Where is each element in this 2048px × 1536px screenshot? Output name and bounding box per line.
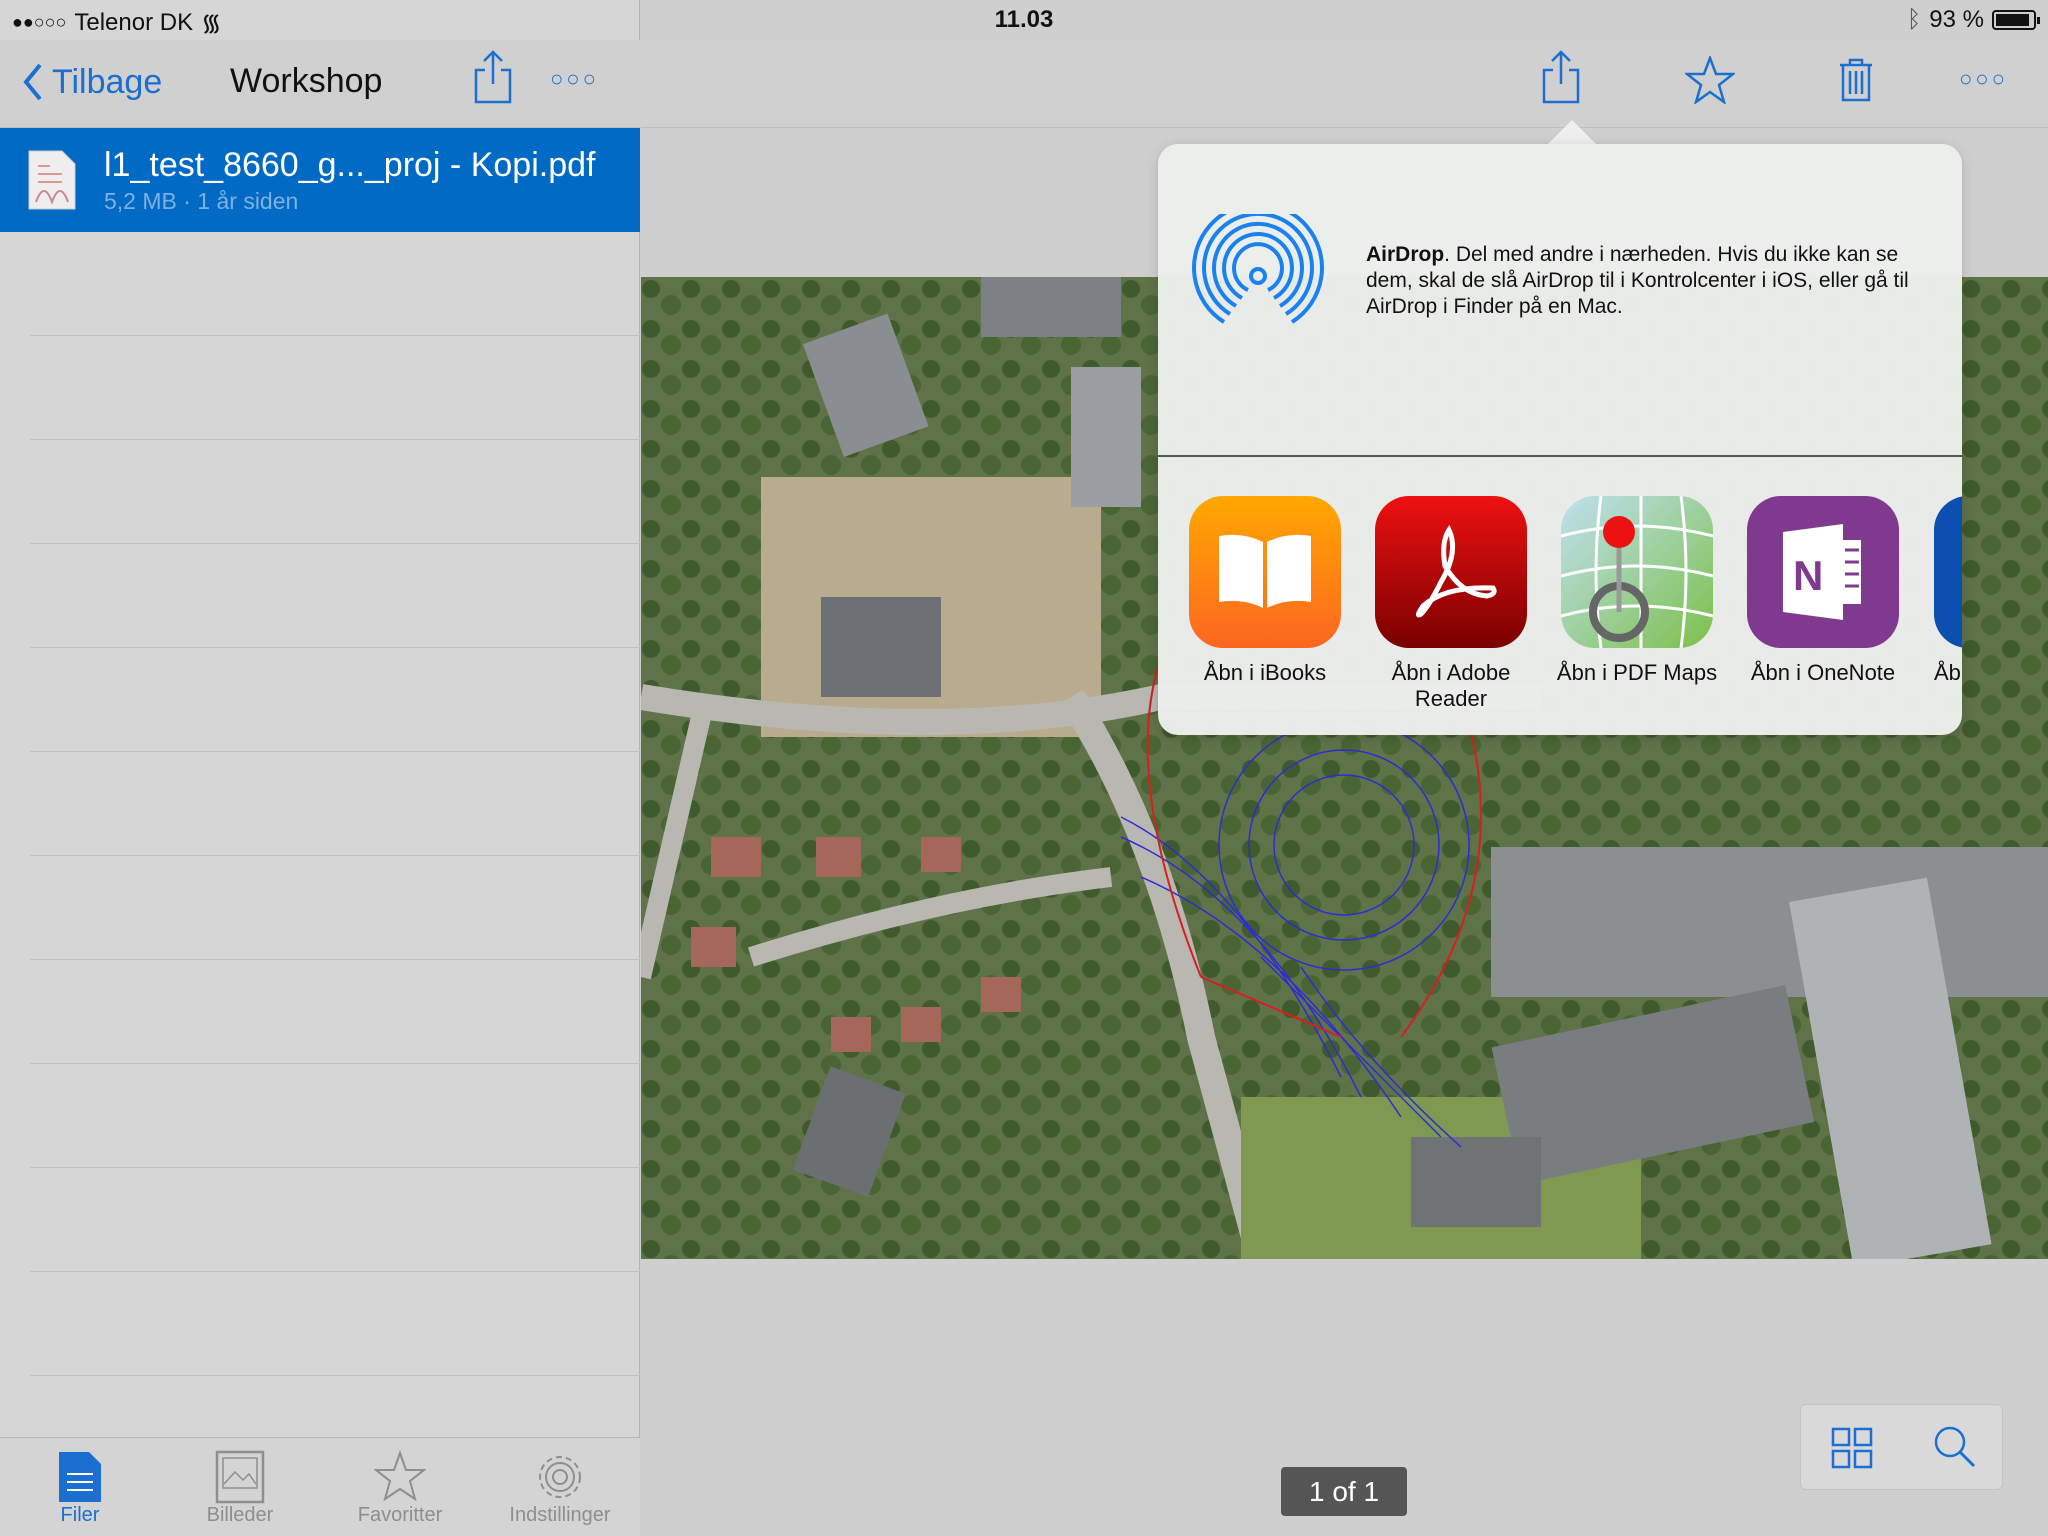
tab-label: Favoritter — [357, 1504, 443, 1526]
airdrop-description: AirDrop. Del med andre i nærheden. Hvis … — [1366, 242, 1936, 320]
share-icon[interactable] — [472, 48, 514, 106]
row-divider — [30, 335, 640, 336]
file-meta: 5,2 MB · 1 år siden — [104, 188, 299, 214]
popover-arrow — [1546, 120, 1598, 146]
tab-indstillinger[interactable]: Indstillinger — [480, 1438, 640, 1536]
open-in-app-partial[interactable]: Åb — [1934, 496, 1962, 696]
file-name: l1_test_8660_g..._proj - Kopi.pdf — [104, 146, 596, 184]
ibooks-icon — [1189, 496, 1341, 648]
sidebar-nav-bar: Tilbage Workshop ○○○ — [0, 40, 640, 128]
tab-favoritter[interactable]: Favoritter — [320, 1438, 480, 1536]
clock: 11.03 — [994, 6, 1054, 33]
airdrop-text: . Del med andre i nærheden. Hvis du ikke… — [1366, 243, 1909, 318]
star-icon[interactable] — [1685, 56, 1735, 104]
share-icon[interactable] — [1540, 48, 1582, 106]
app-label: Åbn i iBooks — [1203, 660, 1327, 685]
row-divider — [30, 439, 640, 440]
share-sheet-popover: AirDrop. Del med andre i nærheden. Hvis … — [1158, 144, 1962, 735]
row-divider — [30, 855, 640, 856]
file-row-selected[interactable]: l1_test_8660_g..._proj - Kopi.pdf 5,2 MB… — [0, 128, 640, 232]
row-divider — [30, 647, 640, 648]
open-in-onenote[interactable]: N Åbn i OneNote — [1738, 496, 1908, 686]
chevron-left-icon — [23, 63, 42, 101]
back-button[interactable]: Tilbage — [22, 62, 162, 102]
document-toolbar: ○○○ — [641, 40, 2048, 128]
tab-label: Billeder — [206, 1504, 274, 1526]
open-in-ibooks[interactable]: Åbn i iBooks — [1180, 496, 1350, 686]
trash-icon[interactable] — [1838, 58, 1874, 102]
popover-divider — [1158, 455, 1962, 457]
row-divider — [30, 1375, 640, 1376]
adobe-reader-icon — [1375, 496, 1527, 648]
app-label: Åbn i PDF Maps — [1556, 660, 1718, 685]
app-label: Åbn i OneNote — [1750, 660, 1896, 685]
status-right: ᛒ 93 % — [1906, 6, 2040, 34]
battery-icon — [1992, 10, 2040, 30]
app-icon-partial — [1934, 496, 1962, 648]
star-icon — [374, 1450, 426, 1502]
open-in-adobe-reader[interactable]: Åbn i Adobe Reader — [1366, 496, 1536, 712]
airdrop-title: AirDrop — [1366, 243, 1445, 266]
more-icon[interactable]: ○○○ — [1959, 66, 2008, 92]
view-controls — [1800, 1404, 2003, 1490]
more-icon[interactable]: ○○○ — [550, 66, 599, 92]
open-in-pdf-maps[interactable]: Åbn i PDF Maps — [1552, 496, 1722, 686]
row-divider — [30, 959, 640, 960]
row-divider — [30, 1167, 640, 1168]
pdf-file-icon — [28, 150, 76, 210]
document-icon — [59, 1452, 101, 1502]
row-divider — [30, 1063, 640, 1064]
svg-text:N: N — [1793, 552, 1823, 599]
app-label: Åbn i Adobe Reader — [1391, 660, 1511, 711]
app-label: Åb — [1934, 660, 1961, 685]
onenote-icon: N — [1747, 496, 1899, 648]
row-divider — [30, 1271, 640, 1272]
tab-label: Indstillinger — [509, 1504, 611, 1526]
gear-icon — [539, 1456, 581, 1498]
tab-bar: Filer Billeder Favoritter Indstillinger — [0, 1437, 640, 1536]
back-label: Tilbage — [52, 62, 163, 101]
pdf-maps-icon — [1561, 496, 1713, 648]
bluetooth-icon: ᛒ — [1906, 6, 1922, 33]
row-divider — [30, 543, 640, 544]
grid-view-icon[interactable] — [1831, 1427, 1873, 1469]
page-indicator: 1 of 1 — [1281, 1467, 1407, 1516]
tab-label: Filer — [60, 1504, 100, 1526]
folder-title: Workshop — [230, 62, 383, 100]
airdrop-icon[interactable] — [1190, 214, 1326, 326]
tab-billeder[interactable]: Billeder — [160, 1438, 320, 1536]
tab-filer[interactable]: Filer — [0, 1438, 160, 1536]
battery-percent: 93 % — [1929, 6, 1984, 33]
row-divider — [30, 751, 640, 752]
image-icon — [215, 1450, 265, 1504]
search-icon[interactable] — [1933, 1425, 1977, 1469]
